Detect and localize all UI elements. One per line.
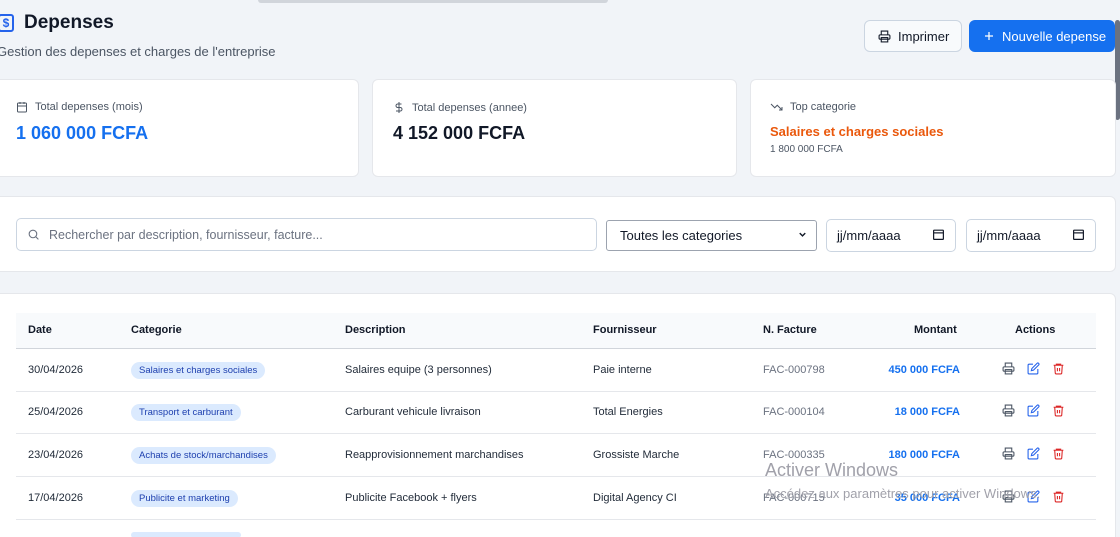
- dollar-icon: [393, 101, 405, 114]
- category-badge: Achats de stock/marchandises: [131, 447, 276, 464]
- printer-icon[interactable]: [1002, 490, 1015, 503]
- header-description: Description: [345, 324, 406, 336]
- new-expense-label: Nouvelle depense: [1002, 28, 1107, 44]
- dollar-document-icon: $: [0, 14, 14, 32]
- edit-icon[interactable]: [1027, 447, 1040, 460]
- stat-top-label: Top categorie: [790, 101, 857, 113]
- cell-date: 30/04/2026: [28, 364, 84, 376]
- stat-card-month: Total depenses (mois) 1 060 000 FCFA: [0, 79, 359, 177]
- calendar-icon[interactable]: [1072, 228, 1085, 244]
- plus-icon: [983, 30, 995, 42]
- printer-icon[interactable]: [1002, 362, 1015, 375]
- stat-year-label: Total depenses (annee): [412, 101, 527, 114]
- date-from-value: jj/mm/aaaa: [837, 228, 901, 243]
- trending-down-icon: [770, 101, 783, 113]
- cell-invoice: FAC-000335: [763, 449, 825, 461]
- stat-card-top-category: Top categorie Salaires et charges social…: [750, 79, 1116, 177]
- edit-icon[interactable]: [1027, 490, 1040, 503]
- edit-icon[interactable]: [1027, 404, 1040, 417]
- table-row: 25/04/2026 Transport et carburant Carbur…: [16, 391, 1096, 434]
- cell-date: 23/04/2026: [28, 449, 84, 461]
- browser-top-edge: [258, 0, 608, 3]
- print-button[interactable]: Imprimer: [864, 20, 962, 52]
- chevron-down-icon: [797, 228, 808, 243]
- category-select-value: Toutes les categories: [620, 228, 743, 243]
- row-actions: [1002, 404, 1065, 417]
- print-button-label: Imprimer: [898, 28, 950, 44]
- header-amount: Montant: [914, 324, 957, 336]
- header-invoice: N. Facture: [763, 324, 817, 336]
- cell-supplier: Grossiste Marche: [593, 449, 680, 461]
- row-actions: [1002, 362, 1065, 375]
- cell-supplier: Paie interne: [593, 364, 652, 376]
- header-supplier: Fournisseur: [593, 324, 657, 336]
- printer-icon: [878, 30, 891, 43]
- cell-date: 17/04/2026: [28, 492, 84, 504]
- cell-description: Publicite Facebook + flyers: [345, 492, 477, 504]
- table-row: 23/04/2026 Achats de stock/marchandises …: [16, 434, 1096, 477]
- cell-supplier: Total Energies: [593, 406, 663, 418]
- cell-amount: 450 000 FCFA: [888, 364, 960, 376]
- stat-month-label: Total depenses (mois): [35, 101, 143, 113]
- cell-amount: 35 000 FCFA: [894, 492, 960, 504]
- date-from-input[interactable]: jj/mm/aaaa: [826, 219, 956, 252]
- cell-invoice: FAC-000715: [763, 492, 825, 504]
- cell-amount: 18 000 FCFA: [894, 406, 960, 418]
- header-category: Categorie: [131, 324, 182, 336]
- expenses-table: Date Categorie Description Fournisseur N…: [0, 293, 1116, 537]
- row-actions: [1002, 490, 1065, 503]
- table-row: 30/04/2026 Salaires et charges sociales …: [16, 349, 1096, 392]
- page-subtitle: Gestion des depenses et charges de l'ent…: [0, 44, 276, 59]
- calendar-icon: [16, 101, 28, 113]
- cell-date: 25/04/2026: [28, 406, 84, 418]
- stat-top-amount: 1 800 000 FCFA: [770, 144, 843, 155]
- page-title: Depenses: [24, 12, 114, 33]
- cell-description: Salaires equipe (3 personnes): [345, 364, 492, 376]
- table-row-partial: [16, 520, 1096, 537]
- stat-card-year: Total depenses (annee) 4 152 000 FCFA: [372, 79, 737, 177]
- category-badge: Transport et carburant: [131, 404, 241, 421]
- new-expense-button[interactable]: Nouvelle depense: [969, 20, 1115, 52]
- cell-invoice: FAC-000798: [763, 364, 825, 376]
- search-input[interactable]: [49, 227, 569, 242]
- cell-description: Reapprovisionnement marchandises: [345, 449, 524, 461]
- cell-supplier: Digital Agency CI: [593, 492, 677, 504]
- header-date: Date: [28, 324, 52, 336]
- printer-icon[interactable]: [1002, 447, 1015, 460]
- date-to-input[interactable]: jj/mm/aaaa: [966, 219, 1096, 252]
- date-to-value: jj/mm/aaaa: [977, 228, 1041, 243]
- category-select[interactable]: Toutes les categories: [606, 220, 817, 251]
- trash-icon[interactable]: [1052, 404, 1065, 417]
- category-badge: Salaires et charges sociales: [131, 362, 266, 379]
- cell-description: Carburant vehicule livraison: [345, 406, 481, 418]
- cell-invoice: FAC-000104: [763, 406, 825, 418]
- trash-icon[interactable]: [1052, 490, 1065, 503]
- filters-panel: Toutes les categories jj/mm/aaaa jj/mm/a…: [0, 196, 1116, 272]
- table-header: Date Categorie Description Fournisseur N…: [16, 313, 1096, 349]
- edit-icon[interactable]: [1027, 362, 1040, 375]
- page-header: $ Depenses: [0, 12, 114, 34]
- category-badge: Publicite et marketing: [131, 490, 238, 507]
- search-icon: [27, 228, 40, 241]
- row-actions: [1002, 447, 1065, 460]
- calendar-icon[interactable]: [932, 228, 945, 244]
- category-badge: [131, 532, 241, 537]
- stat-top-value: Salaires et charges sociales: [770, 124, 944, 139]
- trash-icon[interactable]: [1052, 362, 1065, 375]
- stat-year-value: 4 152 000 FCFA: [393, 123, 526, 143]
- cell-amount: 180 000 FCFA: [888, 449, 960, 461]
- printer-icon[interactable]: [1002, 404, 1015, 417]
- trash-icon[interactable]: [1052, 447, 1065, 460]
- table-row: 17/04/2026 Publicite et marketing Public…: [16, 477, 1096, 520]
- stat-month-value: 1 060 000 FCFA: [16, 123, 149, 143]
- header-actions: Actions: [1015, 324, 1056, 336]
- search-box[interactable]: [16, 218, 597, 251]
